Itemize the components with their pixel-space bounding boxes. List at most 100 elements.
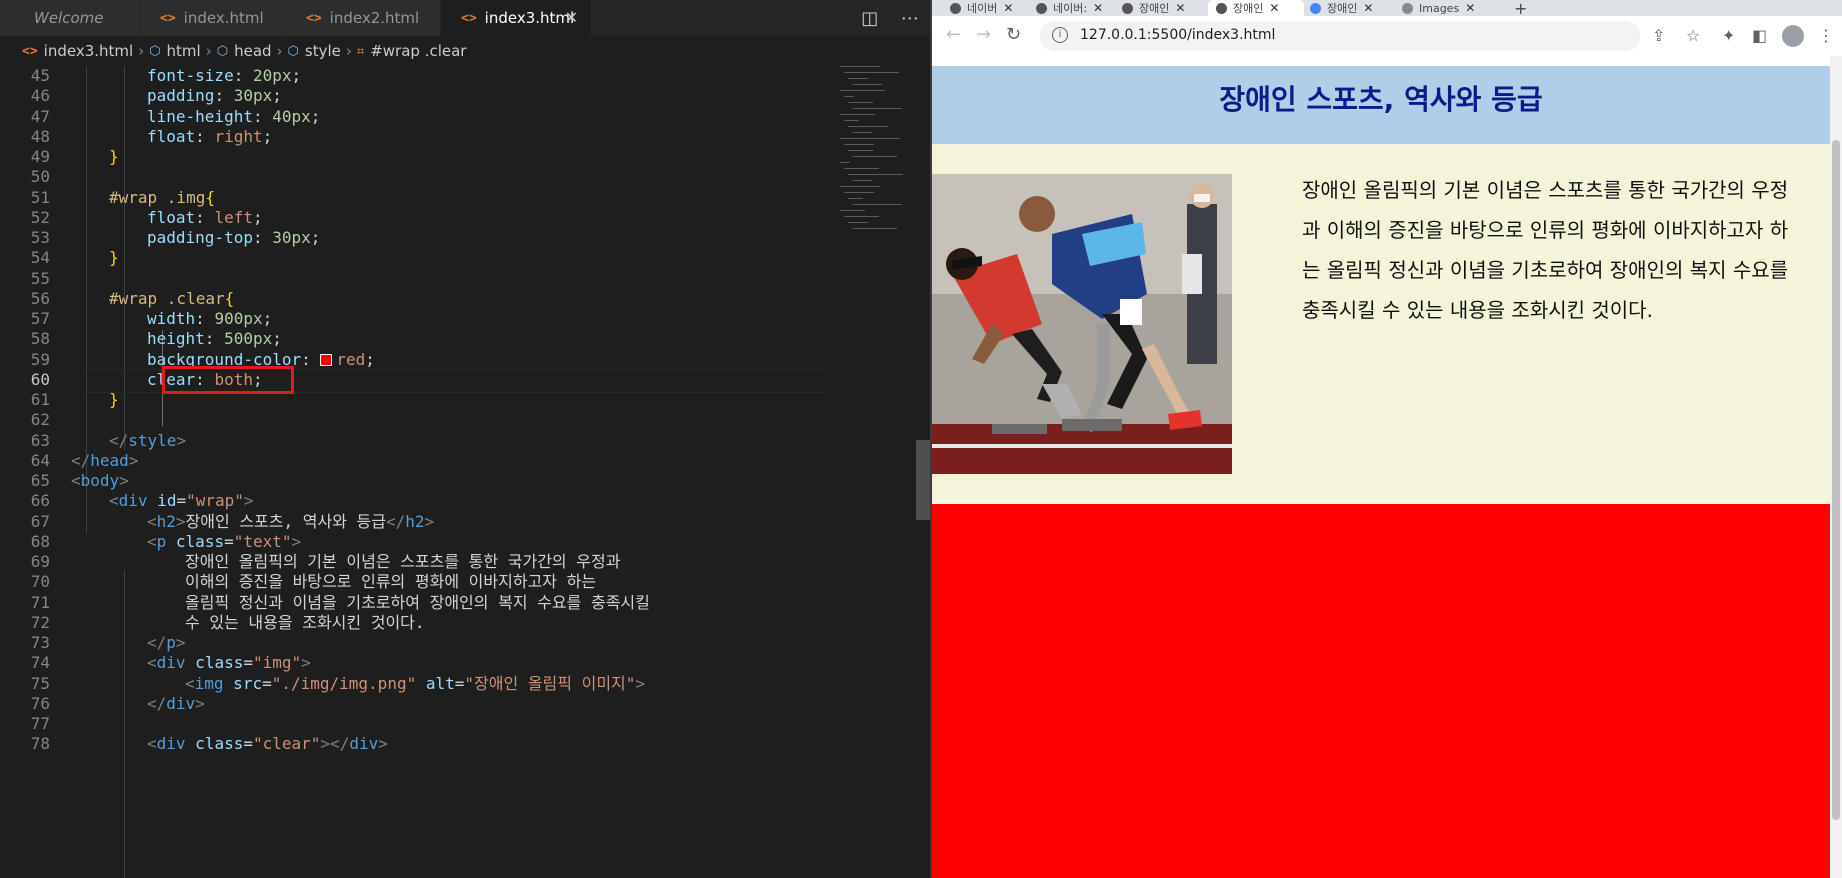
- page-scrollbar-thumb[interactable]: [1832, 140, 1840, 820]
- code-token: :: [233, 66, 253, 85]
- close-icon[interactable]: ✕: [1363, 1, 1373, 15]
- reload-icon[interactable]: ↻: [1006, 24, 1021, 45]
- minimap-line: [840, 210, 865, 211]
- code-area[interactable]: 45 font-size: 20px; 46 padding: 30px; 47 line…: [0, 66, 830, 878]
- code-token: =: [262, 673, 272, 693]
- code-token: 장애인 올림픽의 기본 이념은 스포츠를 통한 국가간의 우정과: [185, 552, 621, 571]
- bookmark-star-icon[interactable]: ☆: [1686, 26, 1700, 45]
- code-token: =: [176, 491, 187, 511]
- minimap-line: [848, 198, 863, 199]
- close-icon[interactable]: ✕: [1269, 1, 1279, 15]
- photo-illustration: [932, 174, 1232, 474]
- breadcrumb-item[interactable]: html: [167, 42, 201, 60]
- breadcrumb-item[interactable]: index3.html: [44, 42, 134, 60]
- browser-menu-icon[interactable]: ⋮: [1818, 26, 1834, 45]
- close-icon[interactable]: ✕: [1003, 1, 1013, 15]
- wrap-content: 장애인 올림픽의 기본 이념은 스포츠를 통한 국가간의 우정과 이해의 증진을…: [932, 144, 1830, 504]
- code-token: div: [349, 734, 379, 754]
- split-editor-icon[interactable]: ◫: [861, 8, 878, 29]
- browser-tab-strip: 네이버 ✕ 네이버: ✕ 장애인 ✕ 장애인 ✕ 장애인 ✕ Images ✕: [932, 0, 1842, 16]
- back-arrow-icon[interactable]: ←: [946, 24, 961, 45]
- tab-index2-html[interactable]: <> index2.html: [286, 0, 441, 36]
- close-icon[interactable]: ✕: [1465, 1, 1475, 15]
- browser-tab-active[interactable]: 장애인 ✕: [1208, 0, 1304, 16]
- new-tab-icon[interactable]: +: [1514, 0, 1534, 16]
- tab-label: index3.html: [484, 9, 575, 27]
- profile-avatar-icon[interactable]: [1782, 25, 1804, 47]
- tab-label: Welcome: [34, 9, 104, 27]
- minimap-line: [852, 156, 897, 157]
- line-content: <div class="clear"></div>: [147, 732, 388, 756]
- code-token: </: [109, 430, 129, 450]
- site-favicon-icon: [1216, 2, 1227, 14]
- more-actions-icon[interactable]: ⋯: [901, 8, 919, 29]
- minimap-line: [840, 90, 885, 91]
- code-token: "./img/img.png": [271, 673, 417, 693]
- browser-tab[interactable]: 장애인 ✕: [1310, 0, 1396, 16]
- minimap-line: [848, 174, 903, 175]
- code-token: h2: [156, 511, 176, 531]
- code-token: ;: [262, 309, 273, 328]
- close-icon[interactable]: ✕: [1093, 1, 1103, 15]
- breadcrumb-item[interactable]: head: [234, 42, 271, 60]
- close-tab-icon[interactable]: ✕: [565, 8, 578, 27]
- browser-tab-label: 장애인: [1233, 2, 1264, 15]
- chevron-right-icon: ›: [205, 42, 212, 60]
- browser-tab[interactable]: Images ✕: [1402, 0, 1498, 16]
- minimap-line: [848, 222, 868, 223]
- minimap-line: [840, 162, 850, 163]
- code-token: div: [118, 491, 148, 511]
- editor-scrollbar-thumb[interactable]: [916, 440, 930, 520]
- breadcrumb-item[interactable]: style: [305, 42, 341, 60]
- minimap-line: [844, 216, 879, 217]
- address-bar[interactable]: i 127.0.0.1:5500/index3.html: [1040, 21, 1640, 51]
- element-icon: ⬡: [216, 43, 229, 59]
- forward-arrow-icon[interactable]: →: [976, 24, 991, 45]
- minimap-line: [840, 138, 900, 139]
- code-token: ;: [365, 349, 375, 369]
- close-icon[interactable]: ✕: [1175, 1, 1185, 15]
- code-token: class: [185, 734, 244, 754]
- side-panel-icon[interactable]: ◧: [1752, 26, 1767, 45]
- code-line: 78 <div class="clear"></div>: [0, 732, 830, 756]
- browser-tab-label: 네이버:: [1053, 2, 1088, 15]
- code-token: red: [336, 349, 366, 369]
- site-favicon-icon: [1036, 2, 1047, 14]
- code-token: div: [156, 653, 186, 673]
- code-token: "장애인 올림픽 이미지": [464, 673, 636, 693]
- tab-welcome[interactable]: Welcome: [0, 0, 140, 36]
- tab-index-html[interactable]: <> index.html: [140, 0, 286, 36]
- chevron-right-icon: ›: [345, 42, 352, 60]
- code-token: :: [252, 106, 273, 126]
- code-token: right: [214, 126, 263, 146]
- minimap[interactable]: [836, 66, 916, 246]
- browser-tab[interactable]: 네이버 ✕: [950, 0, 1030, 16]
- code-token: 장애인 스포츠, 역사와 등급: [185, 511, 386, 531]
- breadcrumb-item[interactable]: #wrap .clear: [370, 42, 466, 60]
- html-file-icon: <>: [22, 43, 38, 59]
- minimap-line: [852, 84, 882, 85]
- tab-label: index2.html: [329, 9, 420, 27]
- code-token: >: [291, 531, 302, 551]
- clear-block: [932, 504, 1830, 878]
- browser-tab[interactable]: 장애인 ✕: [1122, 0, 1202, 16]
- code-token: id: [147, 491, 177, 511]
- selector-icon: ⌗: [356, 43, 365, 59]
- element-icon: ⬡: [287, 43, 299, 59]
- minimap-line: [844, 96, 854, 97]
- share-icon[interactable]: ⇪: [1652, 26, 1665, 45]
- tab-index3-html[interactable]: <> index3.html ✕: [441, 0, 591, 36]
- code-token: {: [205, 187, 215, 207]
- site-info-icon[interactable]: i: [1052, 27, 1068, 43]
- code-token: #wrap .clear: [109, 288, 225, 308]
- code-token: ;: [310, 228, 321, 247]
- minimap-line: [840, 186, 880, 187]
- code-token: class: [166, 531, 225, 551]
- code-token: }: [109, 390, 119, 409]
- code-token: src: [223, 673, 263, 693]
- code-token: =: [243, 653, 253, 673]
- browser-tab[interactable]: 네이버: ✕: [1036, 0, 1116, 16]
- code-token: padding: [147, 86, 215, 106]
- browser-toolbar: ← → ↻ i 127.0.0.1:5500/index3.html ⇪ ☆ ✦…: [932, 16, 1842, 56]
- extensions-puzzle-icon[interactable]: ✦: [1722, 26, 1735, 45]
